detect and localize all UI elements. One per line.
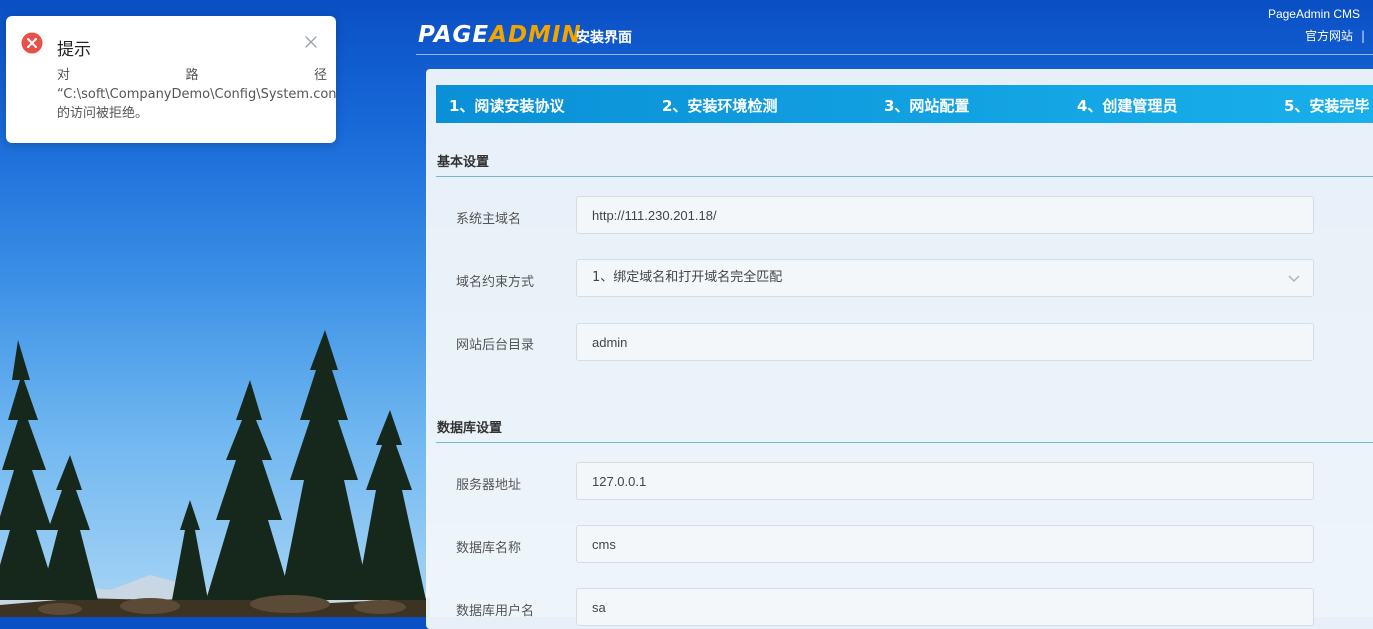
dbuser-label: 数据库用户名 (456, 604, 535, 619)
dbname-input[interactable] (576, 525, 1314, 563)
server-input[interactable] (576, 462, 1314, 500)
dbname-label: 数据库名称 (456, 541, 522, 556)
toast-message-line-1: 对 路 径 (57, 66, 327, 85)
toast-char: 对 (57, 68, 71, 83)
logo-admin-text: ADMIN (489, 22, 582, 48)
install-steps-bar: 1、阅读安装协议 2、安装环境检测 3、网站配置 4、创建管理员 5、安装完毕 (436, 85, 1373, 123)
toast-message: 对 路 径 “C:\soft\CompanyDemo\Config\System… (57, 66, 336, 123)
toast-char: 路 (185, 68, 199, 83)
chevron-down-icon (1288, 275, 1300, 282)
server-label: 服务器地址 (456, 478, 522, 493)
header-divider (416, 54, 1373, 55)
install-panel: 1、阅读安装协议 2、安装环境检测 3、网站配置 4、创建管理员 5、安装完毕 … (426, 69, 1373, 629)
official-site-link[interactable]: 官方网站 | (1305, 27, 1365, 44)
logo-page-text: PAGE (418, 22, 490, 48)
step-2: 2、安装环境检测 (662, 97, 778, 115)
dbuser-input[interactable] (576, 588, 1314, 626)
domain-bind-select[interactable]: 1、绑定域名和打开域名完全匹配 (576, 259, 1314, 297)
official-site-label[interactable]: 官方网站 (1305, 29, 1353, 43)
toast-title: 提示 (57, 40, 91, 60)
database-settings-title: 数据库设置 (437, 421, 503, 436)
basic-settings-divider (436, 176, 1373, 177)
admin-dir-input[interactable] (576, 323, 1314, 361)
brand-name: PageAdmin CMS (1267, 7, 1360, 21)
domain-input[interactable] (576, 196, 1314, 234)
admin-dir-label: 网站后台目录 (456, 338, 535, 353)
domain-label: 系统主域名 (456, 212, 522, 227)
error-toast: 提示 对 路 径 “C:\soft\CompanyDemo\Config\Sys… (6, 16, 336, 143)
install-subtitle: 安装界面 (576, 30, 632, 46)
toast-message-path: “C:\soft\CompanyDemo\Config\System.confi… (57, 87, 336, 102)
basic-settings-title: 基本设置 (437, 155, 490, 170)
pageadmin-logo: PAGEADMIN (418, 22, 582, 48)
domain-bind-value: 1、绑定域名和打开域名完全匹配 (592, 270, 783, 285)
toast-message-end: 的访问被拒绝。 (57, 106, 149, 121)
error-icon (21, 32, 43, 54)
close-icon[interactable] (304, 35, 318, 49)
step-3: 3、网站配置 (884, 97, 970, 115)
toast-char: 径 (313, 68, 327, 83)
link-separator: | (1360, 29, 1365, 43)
step-5: 5、安装完毕 (1284, 97, 1370, 115)
domain-bind-label: 域名约束方式 (456, 275, 535, 290)
step-1: 1、阅读安装协议 (449, 97, 565, 115)
step-4: 4、创建管理员 (1077, 97, 1178, 115)
database-settings-divider (436, 442, 1373, 443)
